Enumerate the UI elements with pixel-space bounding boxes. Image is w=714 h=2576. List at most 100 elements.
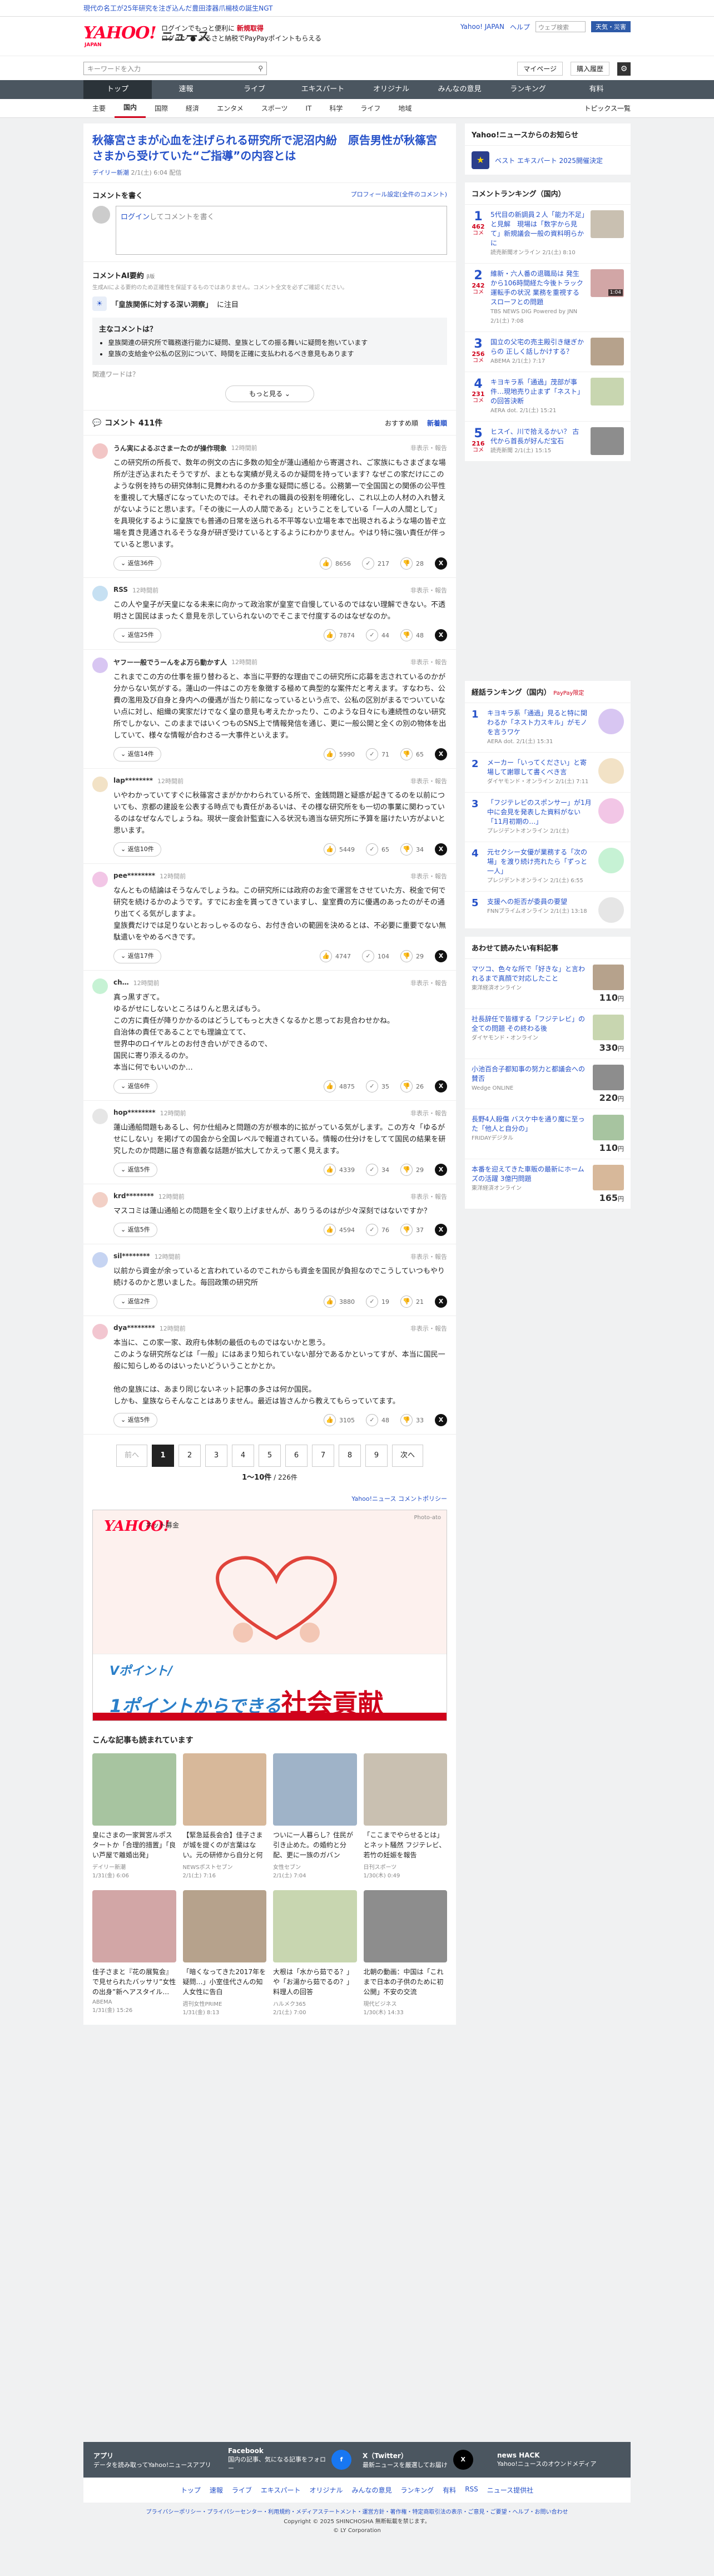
- reco-card[interactable]: 「暗くなってきた2017年を疑問…」小室佳代さんの知人女性に告白 週刊女性PRIM…: [182, 1890, 266, 2016]
- disagree-button[interactable]: 👎 21: [400, 1296, 424, 1308]
- subnav-domestic[interactable]: 国内: [115, 99, 146, 118]
- ranking-item[interactable]: 4 元セクシー女優が業務する「次の場」を渡り続け売れたら「ずっと一人」 プレジデント…: [465, 842, 631, 892]
- promo-line2[interactable]: ログイン ● ふるさと納税でPayPayポイントもらえる: [161, 33, 321, 43]
- footer-link[interactable]: トップ: [181, 2485, 201, 2495]
- footer-link[interactable]: ランキング: [401, 2485, 434, 2495]
- web-search-input[interactable]: ウェブ検索: [536, 21, 586, 32]
- x-share-icon[interactable]: X: [435, 950, 447, 962]
- footer-link[interactable]: 有料: [443, 2485, 456, 2495]
- report-link[interactable]: 非表示・報告: [410, 1192, 447, 1201]
- x-share-icon[interactable]: X: [435, 1224, 447, 1236]
- disagree-button[interactable]: 👎 33: [400, 1414, 424, 1426]
- gear-icon[interactable]: ⚙: [617, 62, 631, 76]
- comment-policy-link[interactable]: Yahoo!ニュース コメントポリシー: [83, 1491, 456, 1510]
- comment-author[interactable]: pee********: [113, 872, 155, 881]
- understand-button[interactable]: ✓ 34: [366, 1164, 389, 1176]
- report-link[interactable]: 非表示・報告: [410, 1252, 447, 1261]
- agree-button[interactable]: 👍 5990: [324, 748, 355, 760]
- x-share-icon[interactable]: X: [435, 843, 447, 856]
- pager-page[interactable]: 6: [285, 1445, 308, 1467]
- nav-item-original[interactable]: オリジナル: [357, 80, 425, 99]
- topics-list-link[interactable]: トピックス一覧: [584, 103, 631, 113]
- comment-author[interactable]: RSS: [113, 586, 128, 595]
- subnav-life[interactable]: ライフ: [351, 99, 389, 118]
- purchase-history-button[interactable]: 購入履歴: [570, 62, 609, 76]
- pager-page[interactable]: 4: [232, 1445, 254, 1467]
- footer-link[interactable]: ニュース提供社: [487, 2485, 533, 2495]
- sort-recommended[interactable]: おすすめ順: [385, 418, 418, 428]
- comment-author[interactable]: うん実によるぶさまーたのが操作現象: [113, 443, 227, 453]
- x-share-icon[interactable]: X: [435, 1164, 447, 1176]
- pager-page[interactable]: 1: [152, 1445, 174, 1467]
- agree-button[interactable]: 👍 5449: [324, 843, 355, 856]
- reply-button[interactable]: ⌄ 返信5件: [113, 1413, 157, 1427]
- pager-page[interactable]: 7: [312, 1445, 334, 1467]
- paid-article-item[interactable]: 社長辞任で皆様する「フジテレビ」の全ての問題 その終わる後 ダイヤモンド・オンライ…: [465, 1009, 631, 1059]
- x-icon[interactable]: X: [453, 2450, 473, 2470]
- reply-button[interactable]: ⌄ 返信6件: [113, 1079, 157, 1094]
- article-title[interactable]: 秋篠宮さまが心血を注げられる研究所で泥沼内紛 原告男性が秋篠宮さまから受けていた…: [92, 132, 447, 164]
- footer-news-hack[interactable]: news HACK Yahoo!ニュースのオウンドメディア: [497, 2451, 621, 2468]
- disagree-button[interactable]: 👎 34: [400, 843, 424, 856]
- reco-card[interactable]: 北朝の動画：中国は「これまで日本の子供のために初公開」不安の交流 現代ビジネス 1/…: [363, 1890, 447, 2016]
- ranking-item[interactable]: 5 支援への拒否が委員の要望 FNNプライムオンライン 2/1(土) 13:18: [465, 892, 631, 929]
- comment-author[interactable]: sil********: [113, 1252, 150, 1261]
- report-link[interactable]: 非表示・報告: [410, 443, 447, 453]
- understand-button[interactable]: ✓ 48: [366, 1414, 389, 1426]
- top-banner[interactable]: 現代の名工が25年研究を注ぎ込んだ豊田漆器爪楊枝の誕生NGT: [0, 0, 714, 17]
- subnav-it[interactable]: IT: [296, 99, 320, 118]
- agree-button[interactable]: 👍 4339: [324, 1164, 355, 1176]
- agree-button[interactable]: 👍 3105: [324, 1414, 355, 1426]
- weather-button[interactable]: 天気・災害: [591, 21, 631, 32]
- x-share-icon[interactable]: X: [435, 748, 447, 760]
- disagree-button[interactable]: 👎 29: [400, 1164, 424, 1176]
- agree-button[interactable]: 👍 7874: [324, 629, 355, 641]
- subnav-entertainment[interactable]: エンタメ: [208, 99, 252, 118]
- reply-button[interactable]: ⌄ 返信5件: [113, 1223, 157, 1237]
- sort-new[interactable]: 新着順: [427, 418, 447, 428]
- agree-button[interactable]: 👍 4747: [320, 950, 351, 962]
- promo-new[interactable]: 新規取得: [237, 24, 264, 32]
- understand-button[interactable]: ✓ 35: [366, 1080, 389, 1092]
- understand-button[interactable]: ✓ 104: [362, 950, 389, 962]
- disagree-button[interactable]: 👎 29: [400, 950, 424, 962]
- disagree-button[interactable]: 👎 48: [400, 629, 424, 641]
- pager-next[interactable]: 次へ: [392, 1445, 423, 1467]
- ranking-item[interactable]: 3 「フジテレビのスポンサー」が1月中に会見を発表した資料がない「11月初期の…」…: [465, 793, 631, 842]
- disagree-button[interactable]: 👎 37: [400, 1224, 424, 1236]
- footer-app[interactable]: アプリ データを読み取ってYahoo!ニュースアプリ: [93, 2451, 217, 2469]
- pager-page[interactable]: 2: [178, 1445, 201, 1467]
- donation-ad[interactable]: YAHOO! ネット募金 Photo-ato Vポイント/ 1ポイントからできる…: [92, 1510, 447, 1721]
- login-promo[interactable]: ログインでもっと便利に 新規取得 ログイン ● ふるさと納税でPayPayポイン…: [161, 23, 321, 43]
- agree-button[interactable]: 👍 3880: [324, 1296, 355, 1308]
- mypage-button[interactable]: マイページ: [517, 62, 563, 76]
- paid-article-item[interactable]: 長野4人殺傷 バスケ中を通り魔に至った「他人と自分の」 FRIDAYデジタル 110…: [465, 1109, 631, 1159]
- report-link[interactable]: 非表示・報告: [410, 1324, 447, 1333]
- comment-author[interactable]: hop********: [113, 1109, 156, 1118]
- subnav-local[interactable]: 地域: [389, 99, 420, 118]
- nav-item-top[interactable]: トップ: [83, 80, 152, 99]
- ranking-item[interactable]: 2 242 コメ 維新・六人番の退職局は 発生から106時間経た今後トラック運転手の状…: [465, 264, 631, 332]
- top-banner-text[interactable]: 現代の名工が25年研究を注ぎ込んだ豊田漆器爪楊枝の誕生NGT: [83, 3, 272, 13]
- pager-page[interactable]: 9: [365, 1445, 388, 1467]
- reply-button[interactable]: ⌄ 返信17件: [113, 949, 161, 963]
- profile-settings-link[interactable]: プロフィール設定(全件のコメント): [351, 190, 447, 200]
- news-search-input[interactable]: キーワードを入力 ⚲: [83, 62, 267, 75]
- paid-article-item[interactable]: 小池百合子都知事の努力と都議会への賛否 Wedge ONLINE 220円: [465, 1059, 631, 1109]
- subnav-sports[interactable]: スポーツ: [252, 99, 297, 118]
- understand-button[interactable]: ✓ 44: [366, 629, 389, 641]
- footer-link[interactable]: 速報: [210, 2485, 223, 2495]
- ranking-item[interactable]: 5 216 コメ ヒスイ、川で拾えるかい？ 古代から首長が好んだ宝石 読売新聞 2/1(…: [465, 422, 631, 462]
- reco-card[interactable]: 【緊急延長会合】佳子さまが城を提くのが言葉はない。元の研修から自分と何に何か？ N…: [182, 1753, 266, 1879]
- understand-button[interactable]: ✓ 19: [366, 1296, 389, 1308]
- disagree-button[interactable]: 👎 28: [400, 557, 424, 570]
- comment-author[interactable]: lap********: [113, 777, 153, 785]
- x-share-icon[interactable]: X: [435, 1080, 447, 1092]
- footer-link[interactable]: エキスパート: [261, 2485, 301, 2495]
- reco-card[interactable]: ついに一人暮らし？住民が引き止めた。の婚約と分配、更に一族のガバン 女性セブン 2/…: [273, 1753, 357, 1879]
- report-link[interactable]: 非表示・報告: [410, 1109, 447, 1118]
- understand-button[interactable]: ✓ 217: [362, 557, 389, 570]
- comment-input[interactable]: ログインしてコメントを書く: [116, 206, 447, 255]
- ranking-item[interactable]: 3 256 コメ 国立の父宅の売主殿引き継ぎからの 正しく話しかけする？ ABEMA 2…: [465, 332, 631, 372]
- footer-link[interactable]: オリジナル: [310, 2485, 343, 2495]
